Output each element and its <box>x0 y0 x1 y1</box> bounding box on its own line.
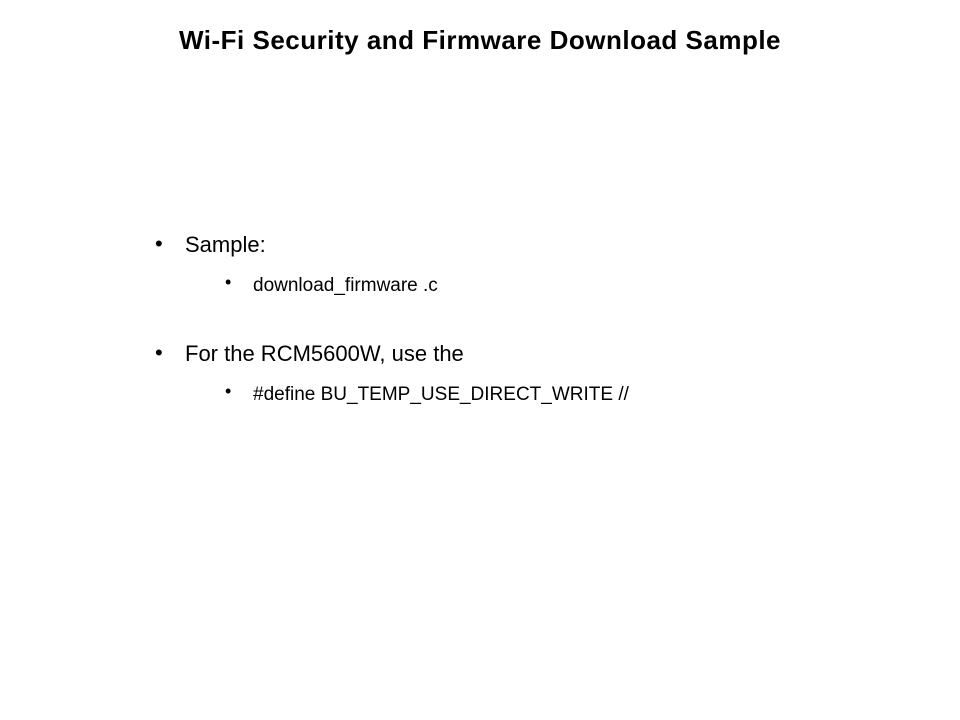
sub-bullet-text: #define BU_TEMP_USE_DIRECT_WRITE // <box>253 384 629 405</box>
bullet-text: For the RCM5600W, use the <box>185 341 464 366</box>
slide-content: Sample: download_firmware .c For the RCM… <box>40 231 920 408</box>
sub-bullet-item: #define BU_TEMP_USE_DIRECT_WRITE // <box>223 383 920 408</box>
sub-bullet-list: #define BU_TEMP_USE_DIRECT_WRITE // <box>185 383 920 408</box>
bullet-item: For the RCM5600W, use the #define BU_TEM… <box>150 340 920 407</box>
bullet-item: Sample: download_firmware .c <box>150 231 920 298</box>
sub-bullet-list: download_firmware .c <box>185 274 920 299</box>
slide-title: Wi-Fi Security and Firmware Download Sam… <box>40 25 920 56</box>
slide-container: Wi-Fi Security and Firmware Download Sam… <box>0 0 960 720</box>
sub-bullet-item: download_firmware .c <box>223 274 920 299</box>
sub-bullet-text: download_firmware .c <box>253 275 438 296</box>
bullet-list: Sample: download_firmware .c For the RCM… <box>150 231 920 408</box>
bullet-text: Sample: <box>185 232 266 257</box>
